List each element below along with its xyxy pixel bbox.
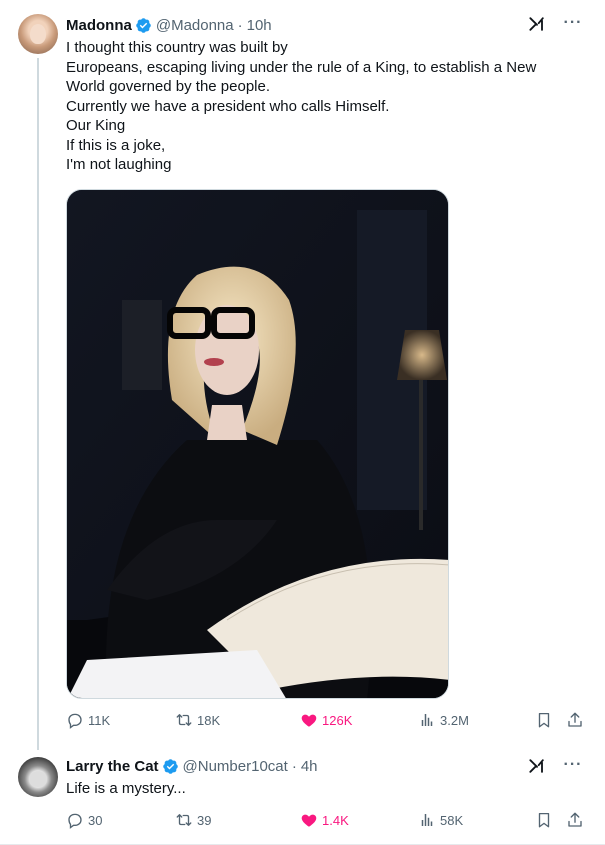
share-button[interactable] [566, 711, 584, 729]
avatar-face [29, 771, 47, 787]
tweet-larry-the-cat[interactable]: Larry the Cat @Number10cat · 4h ··· Life… [0, 742, 605, 845]
tweet-header: Larry the Cat @Number10cat · 4h [66, 756, 318, 776]
reply-count: 30 [88, 812, 103, 828]
tweet-top-actions: ··· [527, 14, 583, 34]
thread-line [37, 58, 39, 750]
tweet-actions: 11K 18K 126K 3.2M [66, 711, 586, 731]
share-icon [568, 812, 582, 827]
verified-badge-icon [162, 758, 178, 774]
repost-count: 18K [197, 712, 221, 728]
repost-icon [176, 714, 192, 726]
views-button[interactable]: 3.2M [418, 711, 469, 729]
views-count: 3.2M [440, 712, 469, 728]
like-count: 126K [322, 712, 353, 728]
avatar-face [30, 24, 46, 44]
grok-icon[interactable] [527, 756, 547, 776]
repost-button[interactable]: 18K [175, 711, 220, 729]
reply-button[interactable]: 11K [66, 711, 110, 729]
timestamp[interactable]: 4h [301, 758, 318, 775]
avatar[interactable] [18, 757, 58, 797]
share-icon [568, 712, 582, 727]
like-count: 1.4K [322, 812, 349, 828]
grok-icon[interactable] [527, 14, 547, 34]
share-button[interactable] [566, 811, 584, 829]
reply-button[interactable]: 30 [66, 811, 102, 829]
tweet-madonna[interactable]: Madonna @Madonna · 10h ··· I thought thi… [0, 0, 605, 750]
heart-icon [301, 814, 317, 827]
repost-count: 39 [197, 812, 212, 828]
tweet-photo[interactable] [66, 189, 449, 699]
heart-icon [301, 714, 317, 727]
bookmark-button[interactable] [535, 811, 553, 829]
more-icon[interactable]: ··· [563, 756, 583, 776]
tweet-top-actions: ··· [527, 756, 583, 776]
timestamp[interactable]: 10h [247, 17, 272, 34]
reply-count: 11K [88, 712, 111, 728]
author-handle[interactable]: @Number10cat [183, 758, 288, 775]
bookmark-icon [538, 712, 550, 728]
views-count: 58K [440, 812, 464, 828]
separator-dot: · [291, 757, 297, 775]
reply-icon [68, 813, 82, 829]
tweet-text: Life is a mystery... [66, 780, 186, 797]
reply-icon [68, 713, 82, 729]
author-name[interactable]: Larry the Cat [66, 758, 159, 775]
views-button[interactable]: 58K [418, 811, 463, 829]
like-button[interactable]: 126K [300, 711, 352, 729]
views-icon [421, 814, 433, 826]
avatar[interactable] [18, 14, 58, 54]
verified-badge-icon [136, 17, 151, 33]
tweet-actions: 30 39 1.4K 58K [66, 811, 586, 831]
author-name[interactable]: Madonna [66, 17, 132, 34]
views-icon [421, 714, 433, 726]
tweet-header: Madonna @Madonna · 10h [66, 15, 272, 35]
tweet-text: I thought this country was built by Euro… [66, 39, 537, 173]
bookmark-button[interactable] [535, 711, 553, 729]
repost-icon [176, 814, 192, 826]
repost-button[interactable]: 39 [175, 811, 211, 829]
bookmark-icon [538, 812, 550, 828]
like-button[interactable]: 1.4K [300, 811, 349, 829]
more-icon[interactable]: ··· [563, 14, 583, 34]
photo-image [67, 190, 448, 698]
separator-dot: · [237, 16, 243, 34]
author-handle[interactable]: @Madonna [156, 17, 234, 34]
